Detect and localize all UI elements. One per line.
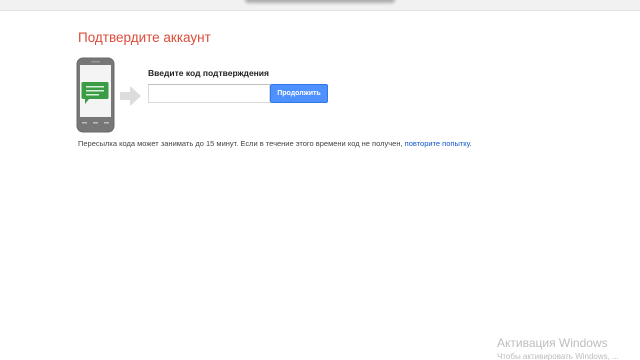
blurred-header-text [245, 0, 395, 3]
phone-illustration [76, 57, 141, 133]
resend-note-suffix: . [469, 139, 472, 148]
top-toolbar [0, 0, 640, 11]
code-field-label: Введите код подтверждения [148, 68, 269, 78]
activation-subtitle: Чтобы активировать Windows, ... [497, 352, 619, 360]
resend-note-text: Пересылка кода может занимать до 15 мину… [78, 139, 405, 148]
page-title: Подтвердите аккаунт [78, 30, 211, 45]
windows-activation-watermark: Активация Windows Чтобы активировать Win… [497, 336, 619, 360]
activation-title: Активация Windows [497, 336, 608, 350]
verification-code-input[interactable] [148, 84, 270, 103]
continue-button[interactable]: Продолжить [270, 84, 328, 103]
verify-account-page: Подтвердите аккаунт Введите код подтверж… [0, 0, 640, 360]
arrow-right-icon [120, 86, 141, 106]
resend-note: Пересылка кода может занимать до 15 мину… [78, 139, 498, 149]
retry-link[interactable]: повторите попытку [405, 139, 470, 148]
